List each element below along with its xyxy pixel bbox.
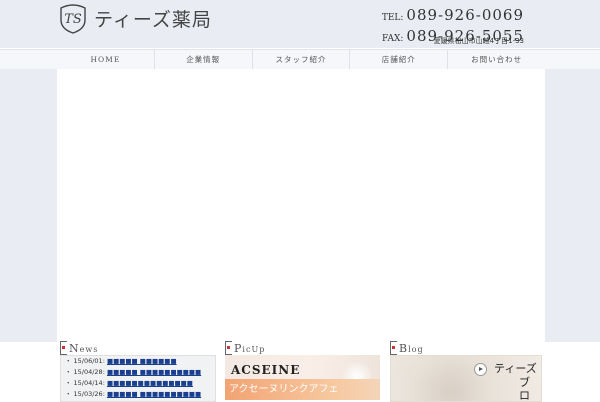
site-logo[interactable]: TS ティーズ薬局: [58, 2, 212, 34]
news-item: ・ 15/04/28: ■■■■■ ■■■■■■■■■■: [65, 368, 202, 376]
blog-banner[interactable]: ティーズ ブロ: [390, 355, 542, 402]
news-title: News: [69, 341, 99, 355]
blog-banner-title-2: ブロ: [519, 376, 530, 402]
news-link[interactable]: ■■■■■ ■■■■■■: [107, 357, 177, 365]
bracket-icon: [390, 341, 397, 355]
news-item: ・ 15/06/01: ■■■■■ ■■■■■■: [65, 357, 177, 365]
news-item: ・ 15/03/26: ■■■■■ ■■■■■■■■■■: [65, 390, 202, 398]
nav-item-home[interactable]: HOME: [57, 50, 154, 69]
logo-mark-text: TS: [64, 12, 82, 27]
pickup-heading: PicUp: [225, 341, 265, 355]
tel-number[interactable]: 089-926-0069: [406, 6, 524, 24]
news-list: ・ 15/06/01: ■■■■■ ■■■■■■ ・ 15/04/28: ■■■■■…: [60, 355, 216, 402]
news-link[interactable]: ■■■■■ ■■■■■■■■■■: [107, 390, 201, 398]
news-item: ・ 15/04/14: ■■■■■■■■■■■■■■: [65, 379, 193, 387]
bracket-icon: [225, 341, 232, 355]
blog-heading: Blog: [390, 341, 424, 355]
news-heading: News: [60, 341, 98, 355]
news-link[interactable]: ■■■■■■■■■■■■■■: [107, 379, 193, 387]
pickup-title: PicUp: [234, 341, 266, 355]
pickup-banner[interactable]: ACSEINE アクセーヌリンクアフェ: [225, 355, 380, 400]
logo-text: ティーズ薬局: [94, 8, 212, 31]
bracket-icon: [60, 341, 67, 355]
nav-item-company[interactable]: 企業情報: [153, 50, 252, 69]
nav-item-stores[interactable]: 店舗紹介: [349, 50, 447, 69]
pickup-caption: アクセーヌリンクアフェ: [229, 384, 339, 395]
fax-label: FAX:: [382, 34, 404, 44]
left-gutter: [0, 69, 57, 342]
news-link[interactable]: ■■■■■ ■■■■■■■■■■: [107, 368, 201, 376]
blog-title: Blog: [399, 341, 424, 355]
brand-logo: ACSEINE: [231, 363, 301, 377]
play-icon: [474, 363, 487, 376]
site-header: TS ティーズ薬局 TEL: 089-926-0069 FAX: 089-926-5…: [0, 0, 600, 48]
tel-row: TEL: 089-926-0069: [382, 6, 524, 27]
tel-label: TEL:: [381, 13, 404, 23]
logo-emblem-icon: TS: [58, 2, 88, 34]
main-nav: HOME 企業情報 スタッフ紹介 店舗紹介 お問い合わせ: [0, 49, 600, 70]
blog-banner-title: ティーズ: [494, 362, 537, 375]
nav-item-staff[interactable]: スタッフ紹介: [251, 50, 350, 69]
address: 愛媛県松山市山越4丁目1-33: [433, 37, 524, 45]
nav-item-contact[interactable]: お問い合わせ: [447, 50, 545, 69]
hero-area: [57, 69, 545, 342]
right-gutter: [545, 69, 600, 342]
